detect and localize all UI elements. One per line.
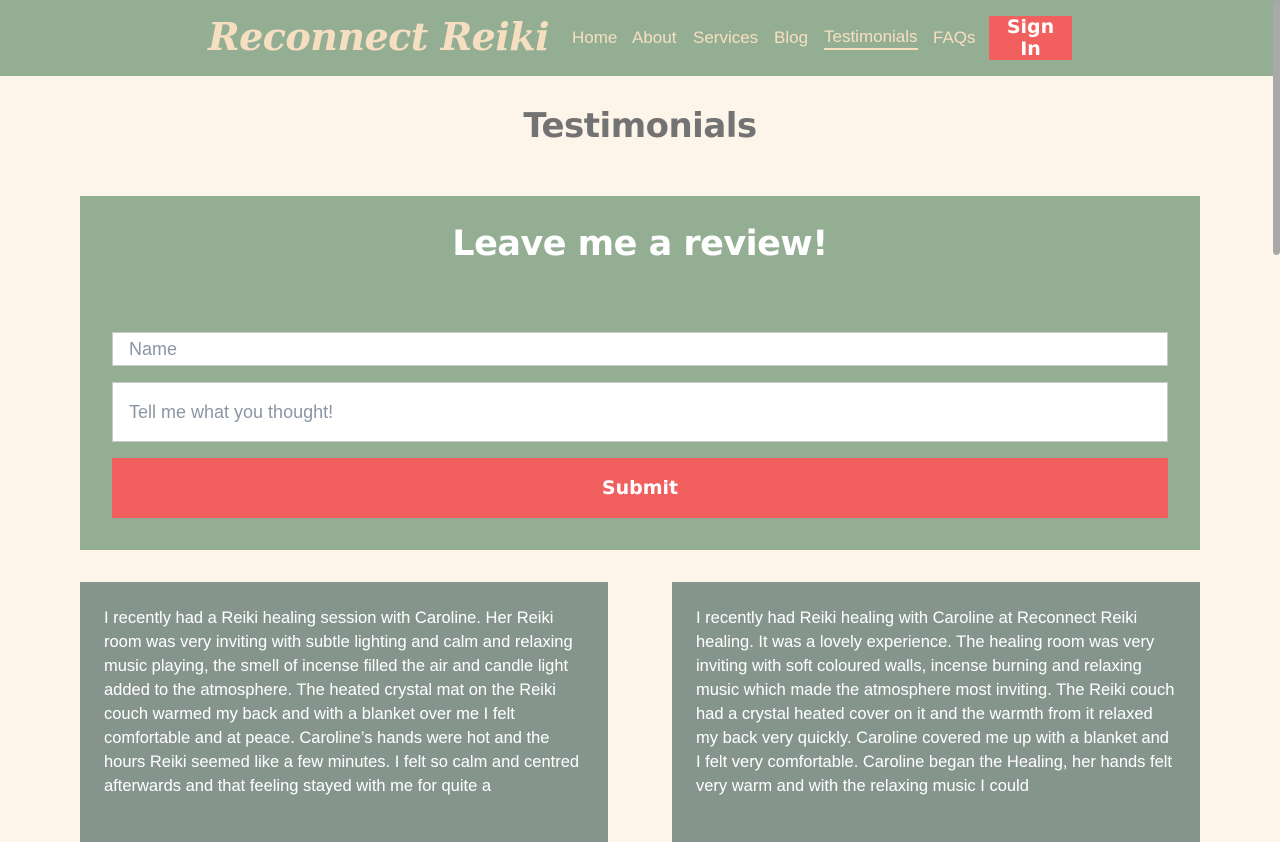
sign-in-button[interactable]: Sign In (989, 16, 1072, 60)
nav-services-link[interactable]: Services (693, 28, 758, 48)
brand-logo[interactable]: Reconnect Reiki (208, 14, 550, 59)
nav-blog-link[interactable]: Blog (774, 28, 808, 48)
navbar: Reconnect Reiki Home About Services Blog… (0, 0, 1280, 76)
nav-home-link[interactable]: Home (572, 28, 617, 48)
testimonial-card: I recently had a Reiki healing session w… (80, 582, 608, 842)
nav-faqs-link[interactable]: FAQs (933, 28, 976, 48)
submit-review-button[interactable]: Submit (112, 458, 1168, 518)
name-input[interactable] (112, 332, 1168, 366)
nav-testimonials-link[interactable]: Testimonials (824, 27, 918, 50)
nav-about-link[interactable]: About (632, 28, 676, 48)
testimonial-card: I recently had Reiki healing with Caroli… (672, 582, 1200, 842)
review-message-input[interactable] (112, 382, 1168, 442)
testimonial-text: I recently had Reiki healing with Caroli… (696, 609, 1175, 795)
testimonial-text: I recently had a Reiki healing session w… (104, 609, 580, 795)
review-heading: Leave me a review! (452, 224, 828, 264)
page-title: Testimonials (523, 106, 757, 146)
review-form-panel: Leave me a review! Submit (80, 196, 1200, 550)
